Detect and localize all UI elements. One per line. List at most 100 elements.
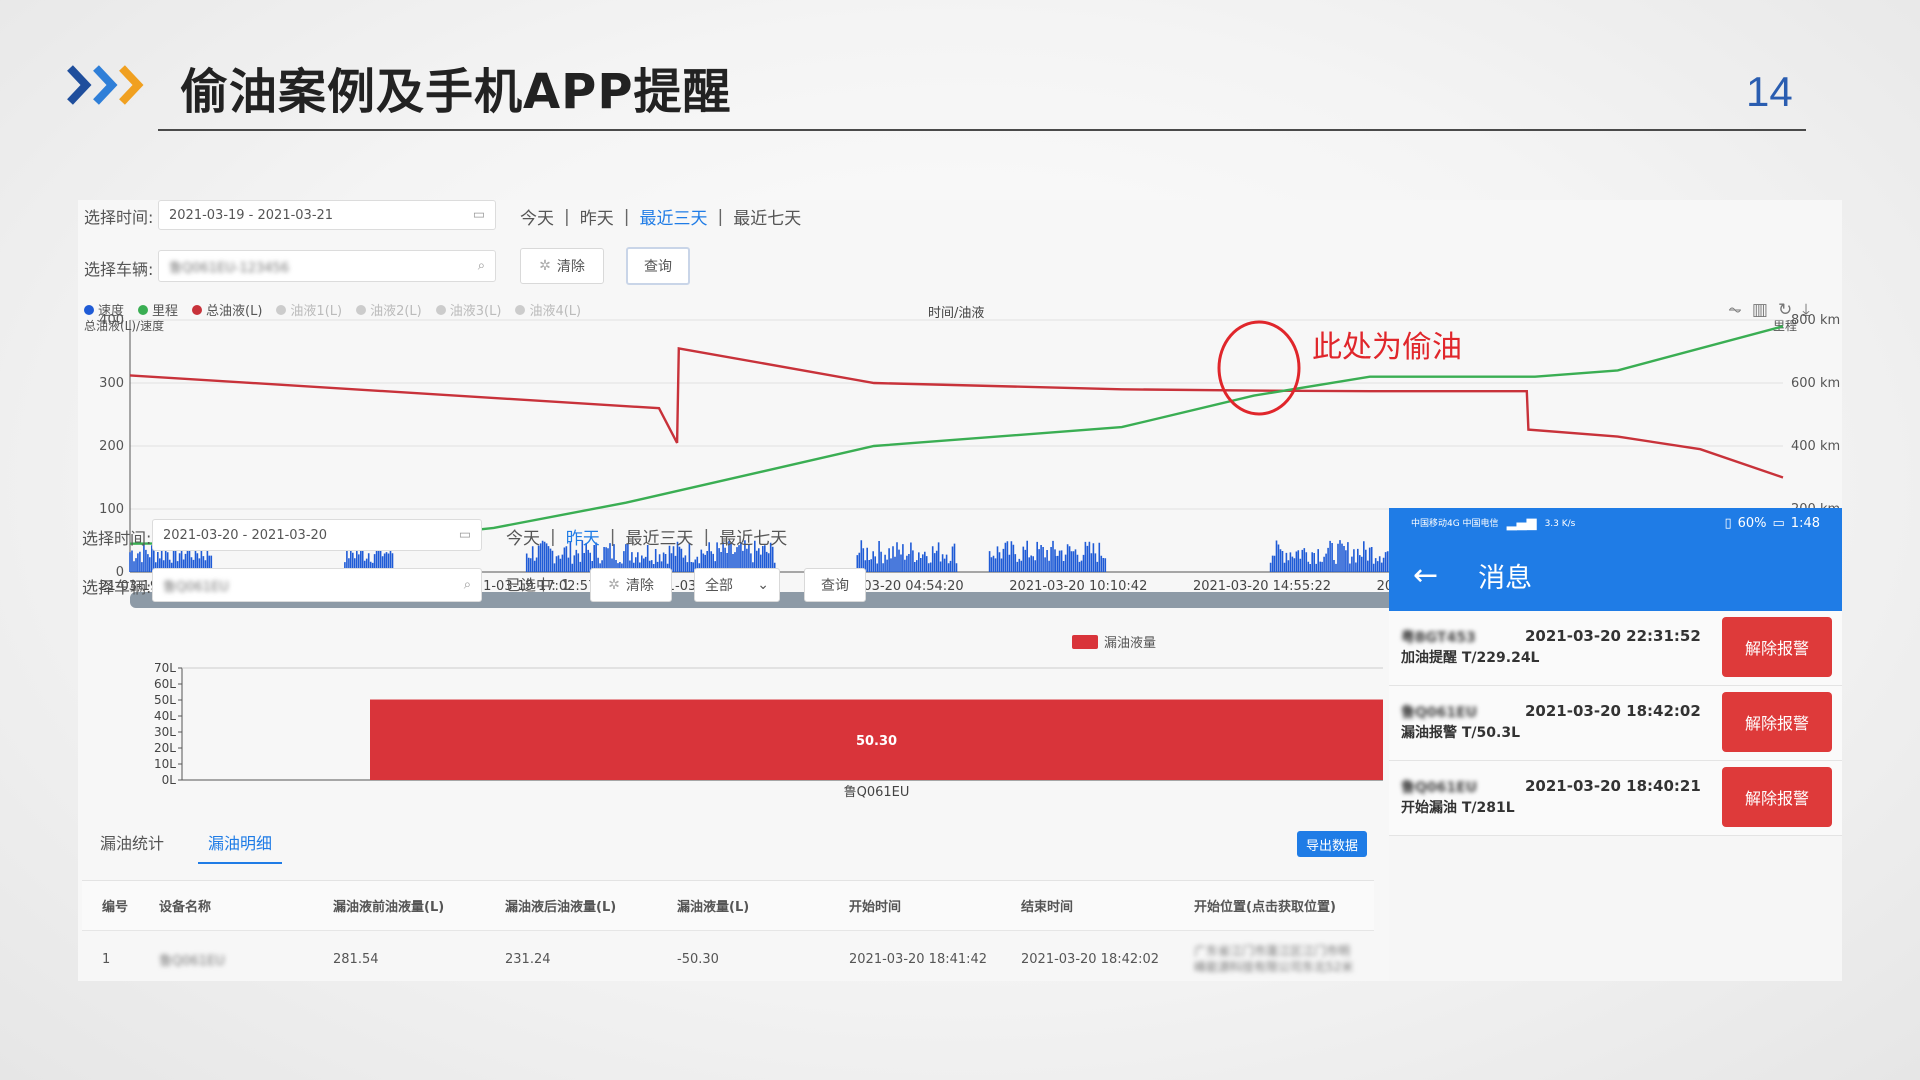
y-tick: 30L	[154, 725, 176, 739]
quick-three-days[interactable]: 最近三天	[639, 204, 707, 229]
search-icon: ⌕	[477, 258, 485, 274]
message-text: 漏油报警 T/50.3L	[1401, 725, 1520, 741]
annotation-circle	[1217, 320, 1301, 416]
cell-location[interactable]: 广东省江门市蓬江区江门市明峰能源科技有限公司东北52米	[1194, 943, 1354, 975]
signal-icon: ▂▄▆	[1506, 516, 1537, 531]
vehicle-input-2[interactable]: 鲁Q061EU ⌕	[152, 568, 482, 602]
quick-seven-days[interactable]: 最近七天	[733, 204, 801, 229]
message-text: 开始漏油 T/281L	[1401, 800, 1515, 816]
time-range-value: 2021-03-19 - 2021-03-21	[169, 207, 334, 223]
vibrate-icon: ▯	[1724, 516, 1732, 531]
message-time: 2021-03-20 22:31:52	[1525, 627, 1701, 645]
page-number: 14	[1746, 68, 1793, 115]
bar-chart-legend[interactable]: 漏油液量	[1072, 632, 1156, 651]
mobile-app-screen: 中国移动4G 中国电信 ▂▄▆ 3.3 K/s ▯ 60% ▭ 1:48 ← 消…	[1389, 508, 1842, 981]
quick-three-days-2[interactable]: 最近三天	[625, 524, 693, 549]
status-dropdown[interactable]: 全部 ⌄	[694, 568, 780, 602]
time-range-input[interactable]: 2021-03-19 - 2021-03-21 ▭	[158, 200, 496, 230]
quick-sep: |	[623, 206, 630, 227]
slide-title: 偷油案例及手机APP提醒	[180, 64, 732, 120]
time-range-input-2[interactable]: 2021-03-20 - 2021-03-20 ▭	[152, 519, 482, 551]
table-row[interactable]: 1 鲁Q061EU 281.54 231.24 -50.30 2021-03-2…	[82, 931, 1374, 981]
col-header: 漏油液后油液量(L)	[505, 900, 617, 915]
dropdown-value: 全部	[705, 578, 733, 594]
y-tick: 10L	[154, 757, 176, 771]
clear-icon: ✲	[539, 258, 551, 274]
fuel-series	[129, 346, 1784, 479]
carrier-text: 中国移动4G 中国电信	[1411, 518, 1499, 529]
legend-swatch	[1072, 634, 1098, 649]
query-button[interactable]: 查询	[626, 247, 690, 285]
vehicle-input[interactable]: 鲁Q061EU-123456 ⌕	[158, 250, 496, 282]
message-item[interactable]: 鲁Q061EU 2021-03-20 18:40:21 开始漏油 T/281L …	[1389, 761, 1842, 836]
query-button-2[interactable]: 查询	[804, 568, 866, 602]
y-right-tick: 800 km	[1791, 313, 1840, 328]
y-tick: 60L	[154, 677, 176, 691]
cell-end: 2021-03-20 18:42:02	[1021, 951, 1160, 967]
message-plate: 粤BGT453	[1401, 630, 1476, 646]
speed-series	[856, 540, 958, 572]
back-arrow-icon[interactable]: ←	[1413, 558, 1438, 593]
vehicle-value-2: 鲁Q061EU	[163, 579, 229, 595]
x-category-label: 鲁Q061EU	[844, 785, 910, 800]
battery-icon: ▭	[1772, 516, 1785, 531]
time-label-2: 选择时间:	[82, 529, 152, 548]
chevrons-icon	[67, 65, 144, 105]
cell-index: 1	[102, 951, 111, 967]
quick-today-2[interactable]: 今天	[506, 524, 540, 549]
table-header: 编号 设备名称 漏油液前油液量(L) 漏油液后油液量(L) 漏油液量(L) 开始…	[82, 881, 1374, 931]
col-header: 开始时间	[849, 900, 902, 915]
tab-leak-detail[interactable]: 漏油明细	[198, 830, 283, 864]
y-right-tick: 400 km	[1791, 439, 1840, 454]
clear-button-2[interactable]: ✲ 清除	[590, 568, 672, 602]
leak-table: 编号 设备名称 漏油液前油液量(L) 漏油液后油液量(L) 漏油液量(L) 开始…	[82, 880, 1374, 981]
y-left-tick: 100	[99, 502, 124, 517]
quick-yesterday-2[interactable]: 昨天	[566, 524, 600, 549]
message-item[interactable]: 粤BGT453 2021-03-20 22:31:52 加油提醒 T/229.2…	[1389, 611, 1842, 686]
battery-percent: 60%	[1737, 516, 1767, 531]
message-item[interactable]: 鲁Q061EU 2021-03-20 18:42:02 漏油报警 T/50.3L…	[1389, 686, 1842, 761]
y-tick: 70L	[154, 661, 176, 675]
dismiss-alarm-button[interactable]: 解除报警	[1722, 767, 1832, 827]
message-time: 2021-03-20 18:42:02	[1525, 702, 1701, 720]
message-text: 加油提醒 T/229.24L	[1401, 650, 1540, 666]
calendar-icon: ▭	[458, 527, 471, 543]
y-left-tick: 400	[99, 313, 124, 328]
quick-seven-days-2[interactable]: 最近七天	[719, 524, 787, 549]
col-header: 漏油液量(L)	[677, 900, 750, 915]
y-right-tick: 600 km	[1791, 376, 1840, 391]
y-tick: 0L	[162, 773, 177, 787]
search-icon: ⌕	[463, 577, 471, 593]
y-left-tick: 200	[99, 439, 124, 454]
col-header: 编号	[102, 900, 129, 915]
cell-after: 231.24	[505, 951, 551, 967]
y-tick: 20L	[154, 741, 176, 755]
app-bar: ← 消息	[1389, 539, 1842, 611]
x-tick: 2021-03-20 14:55:22	[1193, 579, 1331, 594]
cell-device: 鲁Q061EU	[159, 953, 225, 969]
y-left-tick: 300	[99, 376, 124, 391]
annotation-text: 此处为偷油	[1312, 330, 1462, 365]
net-speed: 3.3 K/s	[1544, 518, 1576, 529]
vehicle-label-2: 选择车辆:	[82, 578, 152, 597]
cell-start: 2021-03-20 18:41:42	[849, 951, 988, 967]
title-divider	[158, 129, 1806, 131]
y-tick: 40L	[154, 709, 176, 723]
quick-today[interactable]: 今天	[520, 204, 554, 229]
message-time: 2021-03-20 18:40:21	[1525, 777, 1701, 795]
tab-leak-stats[interactable]: 漏油统计	[100, 830, 164, 864]
quick-yesterday[interactable]: 昨天	[580, 204, 614, 229]
platform-screenshot: 选择时间: 2021-03-19 - 2021-03-21 ▭ 今天 | 昨天 …	[78, 200, 1842, 981]
col-header: 开始位置(点击获取位置)	[1194, 900, 1336, 915]
dismiss-alarm-button[interactable]: 解除报警	[1722, 617, 1832, 677]
message-plate: 鲁Q061EU	[1401, 780, 1478, 796]
query-label-2: 查询	[821, 578, 849, 594]
leak-bar-chart: 70L 60L 50L 40L 30L 20L 10L 0L 50.30 鲁Q061EU	[154, 661, 1383, 800]
bottom-quick-range: 今天 | 昨天 | 最近三天 | 最近七天	[506, 524, 787, 550]
vehicle-label: 选择车辆:	[84, 260, 154, 279]
clear-label-2: 清除	[625, 578, 654, 594]
cell-before: 281.54	[333, 951, 379, 967]
export-button[interactable]: 导出数据	[1297, 831, 1367, 857]
clear-button[interactable]: ✲ 清除	[520, 248, 604, 284]
dismiss-alarm-button[interactable]: 解除报警	[1722, 692, 1832, 752]
